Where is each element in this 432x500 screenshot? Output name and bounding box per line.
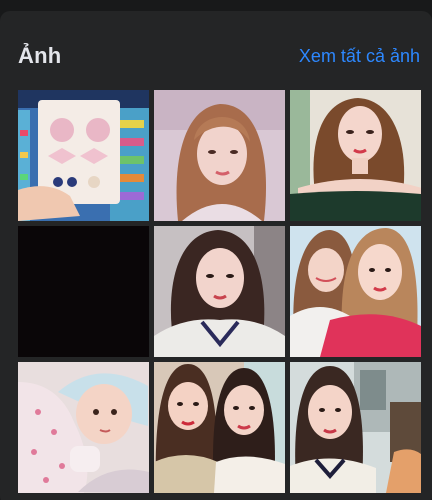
photo-two-women-selfie[interactable] bbox=[154, 362, 285, 493]
photo-hair-clips-product[interactable] bbox=[18, 90, 149, 221]
photos-header: Ảnh Xem tất cả ảnh bbox=[18, 41, 420, 71]
photo-black[interactable] bbox=[18, 226, 149, 357]
photo-woman-off-shoulder[interactable] bbox=[290, 90, 421, 221]
photo-woman-sweater[interactable] bbox=[154, 226, 285, 357]
page: Ảnh Xem tất cả ảnh bbox=[0, 0, 432, 500]
photo-two-women-red[interactable] bbox=[290, 226, 421, 357]
photo-selfie-woman-1[interactable] bbox=[154, 90, 285, 221]
photo-grid bbox=[18, 90, 421, 500]
photos-title: Ảnh bbox=[18, 43, 62, 68]
photo-woman-shop[interactable] bbox=[290, 362, 421, 493]
see-all-photos-link[interactable]: Xem tất cả ảnh bbox=[299, 46, 420, 67]
photo-baby[interactable] bbox=[18, 362, 149, 493]
